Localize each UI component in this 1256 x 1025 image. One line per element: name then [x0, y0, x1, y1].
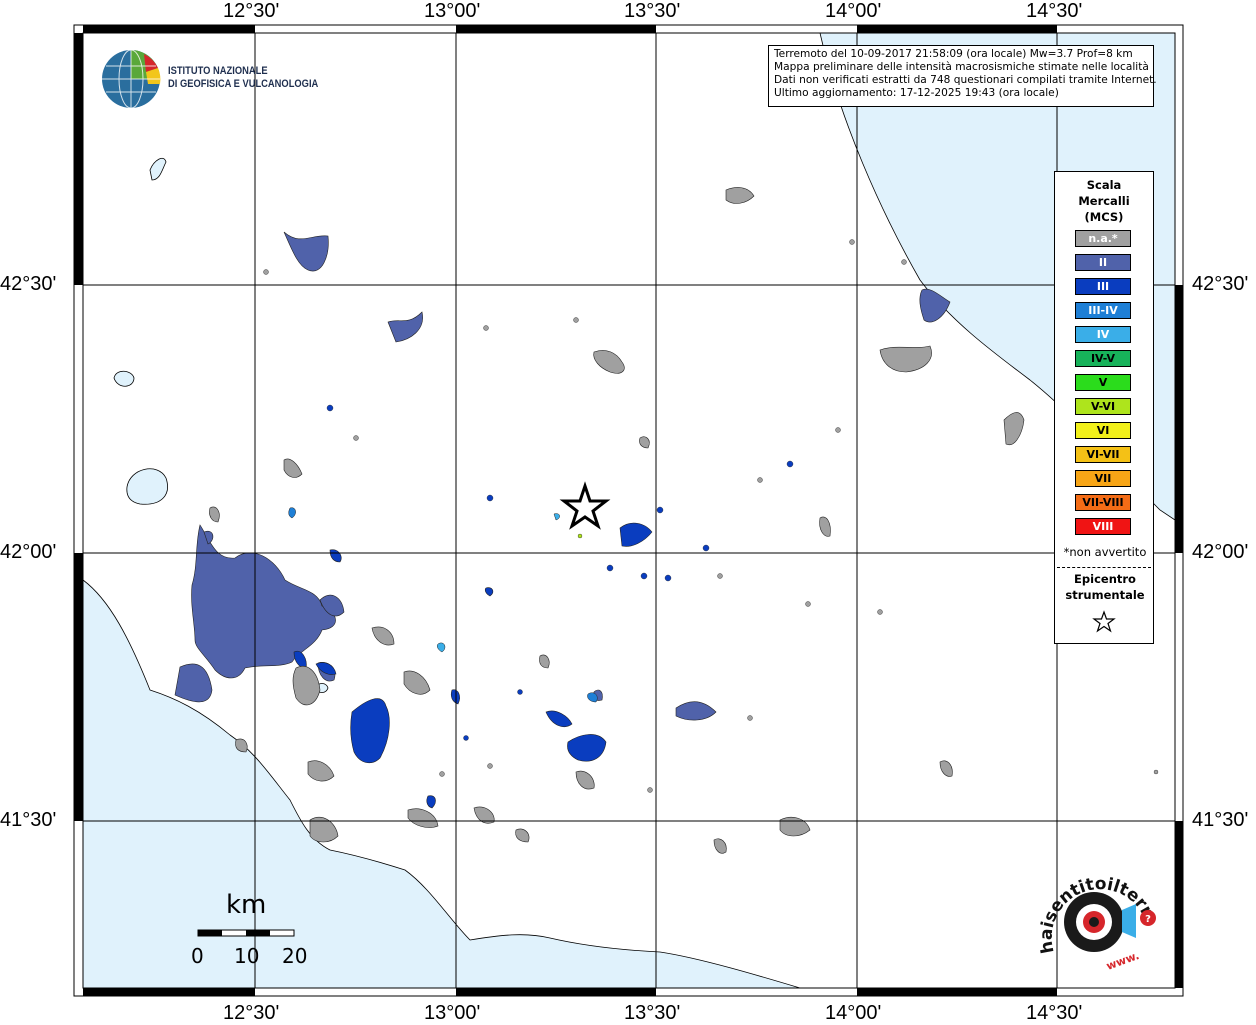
legend-swatch-vi-vii: VI-VII: [1075, 446, 1131, 463]
ingv-logo-text: ISTITUTO NAZIONALE DI GEOFISICA E VULCAN…: [168, 65, 318, 91]
legend-swatch-vi: VI: [1075, 422, 1131, 439]
ingv-globe-logo: [102, 49, 161, 109]
legend-title: Scala Mercalli (MCS): [1055, 177, 1153, 225]
lon-label-bottom-5: 14°30': [1026, 1002, 1083, 1024]
haisentito-www: www.: [1105, 949, 1141, 973]
lon-label-bottom-1: 12°30': [223, 1002, 280, 1024]
legend-swatch-iii: III: [1075, 278, 1131, 295]
ingv-line-1: ISTITUTO NAZIONALE: [168, 65, 268, 77]
mcs-legend: Scala Mercalli (MCS) n.a.* II III III-IV IV I…: [1054, 171, 1154, 644]
legend-swatch-vii: VII: [1075, 470, 1131, 487]
lon-label-top-3: 13°30': [624, 0, 681, 22]
event-info-line-1: Terremoto del 10-09-2017 21:58:09 (ora l…: [774, 48, 1133, 60]
legend-swatch-iv-v: IV-V: [1075, 350, 1131, 367]
legend-swatch-iii-iv: III-IV: [1075, 302, 1131, 319]
legend-epicenter-1: Epicentro: [1074, 572, 1136, 586]
lat-label-left-2: 42°00': [0, 541, 57, 563]
legend-swatch-ii: II: [1075, 254, 1131, 271]
lon-label-top-1: 12°30': [223, 0, 280, 22]
lon-label-bottom-4: 14°00': [825, 1002, 882, 1024]
legend-swatch-n-a: n.a.*: [1075, 230, 1131, 247]
lon-label-top-5: 14°30': [1026, 0, 1083, 22]
lon-label-bottom-3: 13°30': [624, 1002, 681, 1024]
legend-epicenter-2: strumentale: [1065, 588, 1145, 602]
legend-swatch-viii: VIII: [1075, 518, 1131, 535]
event-info-line-2: Mappa preliminare delle intensità macros…: [774, 61, 1149, 73]
legend-title-1: Scala: [1086, 178, 1122, 192]
legend-title-2: Mercalli: [1078, 194, 1130, 208]
svg-text:?: ?: [1145, 914, 1151, 925]
ingv-line-2: DI GEOFISICA E VULCANOLOGIA: [168, 78, 319, 90]
scale-tick-0: 0: [191, 944, 204, 968]
lat-label-right-1: 42°30': [1192, 273, 1249, 295]
lon-label-top-4: 14°00': [825, 0, 882, 22]
scale-tick-10: 10: [234, 944, 260, 968]
legend-swatch-v-vi: V-VI: [1075, 398, 1131, 415]
hsent-speaker-icon: [1122, 904, 1136, 938]
lat-label-right-3: 41°30': [1192, 809, 1249, 831]
event-info-line-3: Dati non verificati estratti da 748 ques…: [774, 74, 1157, 86]
legend-star-icon: [1092, 610, 1116, 633]
haisentito-logo[interactable]: haisentitoilterremoto.it www. ?: [1030, 860, 1170, 980]
lon-label-top-2: 13°00': [424, 0, 481, 22]
scale-tick-20: 20: [282, 944, 308, 968]
legend-epicenter-label: Epicentro strumentale: [1055, 571, 1155, 603]
lat-label-left-1: 42°30': [0, 273, 57, 295]
legend-title-3: (MCS): [1084, 210, 1124, 224]
lat-label-right-2: 42°00': [1192, 541, 1249, 563]
legend-swatches: n.a.* II III III-IV IV IV-V V V-VI VI VI-VII VII VI…: [1075, 230, 1131, 542]
event-info-box: Terremoto del 10-09-2017 21:58:09 (ora l…: [768, 45, 1157, 107]
scale-bar-graphic: [197, 929, 295, 937]
legend-swatch-iv: IV: [1075, 326, 1131, 343]
haisentito-text-tld: it: [1030, 860, 1034, 865]
legend-swatch-v: V: [1075, 374, 1131, 391]
lon-label-bottom-2: 13°00': [424, 1002, 481, 1024]
legend-swatch-vii-viii: VII-VIII: [1075, 494, 1131, 511]
legend-note: *non avvertito: [1063, 545, 1147, 559]
scale-unit: km: [226, 890, 267, 920]
lat-label-left-3: 41°30': [0, 809, 57, 831]
event-info-line-4: Ultimo aggiornamento: 17-12-2025 19:43 (…: [774, 87, 1059, 99]
legend-separator: [1057, 567, 1151, 568]
